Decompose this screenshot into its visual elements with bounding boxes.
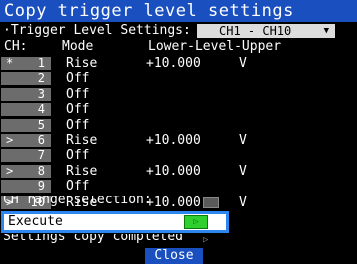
execute-row[interactable]: Execute ▷ xyxy=(1,211,229,233)
footer-bar: Close xyxy=(0,248,357,264)
channel-number-box[interactable]: 2 xyxy=(1,71,51,86)
channel-mode: Off xyxy=(66,86,90,102)
channel-row[interactable]: >8 Rise +10.000 V xyxy=(0,164,357,179)
column-header: CH: Mode Lower-Level-Upper xyxy=(0,39,357,55)
channel-number: 3 xyxy=(37,86,45,101)
channel-number-box[interactable]: * 1 xyxy=(1,57,51,70)
channel-row[interactable]: * 1 Rise +10.000 V xyxy=(0,56,357,71)
channel-row[interactable]: 9 Off xyxy=(0,179,357,194)
channel-mode: Off xyxy=(66,148,90,164)
column-header-level: Lower-Level-Upper xyxy=(148,39,282,54)
triangle-down-icon: ▼ xyxy=(323,26,329,36)
status-row: Settings copy completed ▷ xyxy=(0,234,357,248)
column-header-mode: Mode xyxy=(62,39,94,54)
channel-marker: > xyxy=(6,163,14,178)
channel-number: 7 xyxy=(37,148,45,163)
execute-button[interactable]: ▷ xyxy=(184,215,208,229)
channel-mode: Rise xyxy=(66,56,98,71)
channel-mode: Off xyxy=(66,179,90,195)
channel-number-box[interactable]: 5 xyxy=(1,117,51,132)
channel-number-box[interactable]: 7 xyxy=(1,148,51,163)
channel-row[interactable]: 5 Off xyxy=(0,118,357,133)
channel-mode: Off xyxy=(66,117,90,133)
window-title: Copy trigger level settings xyxy=(0,0,357,22)
range-select-icon[interactable] xyxy=(203,197,219,208)
channel-range-value: CH1 - CH10 xyxy=(219,24,292,38)
channel-upper-level: V xyxy=(239,56,247,71)
trigger-level-label: ·Trigger Level Settings: xyxy=(3,23,191,38)
channel-number-box[interactable]: 9 xyxy=(1,179,51,194)
channel-number-box[interactable]: >6 xyxy=(1,132,51,147)
channel-lower-level: +10.000 xyxy=(146,56,201,71)
channel-row[interactable]: 7 Off xyxy=(0,148,357,163)
channel-number: 5 xyxy=(37,117,45,132)
channel-number-box[interactable]: >8 xyxy=(1,163,51,178)
channel-marker: > xyxy=(6,132,14,147)
channel-row[interactable]: 2 Off xyxy=(0,71,357,86)
channel-mode: Rise xyxy=(66,163,98,179)
channel-lower-level: +10.000 xyxy=(146,132,201,148)
channel-mode: Rise xyxy=(66,132,98,148)
settings-panel: ·Trigger Level Settings: CH1 - CH10 ▼ CH… xyxy=(0,22,357,248)
channel-row[interactable]: >6 Rise +10.000 V xyxy=(0,133,357,148)
channel-list: * 1 Rise +10.000 V 2 Off 3 Off 4 Off 5 Off >6 Rise +10.… xyxy=(0,56,357,210)
channel-upper-level: V xyxy=(239,163,247,179)
trigger-level-row: ·Trigger Level Settings: CH1 - CH10 ▼ xyxy=(0,22,357,39)
channel-mode: Off xyxy=(66,71,90,87)
close-button[interactable]: Close xyxy=(145,248,203,264)
range-selection-label: CH range selection: xyxy=(3,196,152,207)
channel-number: 9 xyxy=(37,179,45,194)
channel-number: 8 xyxy=(37,163,45,178)
play-icon: ▷ xyxy=(193,217,199,227)
channel-number: 1 xyxy=(37,56,45,70)
channel-upper-level: V xyxy=(239,132,247,148)
channel-number-box[interactable]: 3 xyxy=(1,86,51,101)
channel-number: 4 xyxy=(37,102,45,117)
column-header-ch: CH: xyxy=(4,39,28,54)
status-message: Settings copy completed xyxy=(3,234,184,244)
channel-row[interactable]: 4 Off xyxy=(0,102,357,117)
channel-number-box[interactable]: 4 xyxy=(1,102,51,117)
channel-range-dropdown[interactable]: CH1 - CH10 ▼ xyxy=(197,24,335,38)
channel-number: 2 xyxy=(37,71,45,86)
execute-label: Execute xyxy=(8,214,63,229)
play-icon: ▷ xyxy=(203,235,209,245)
channel-lower-level: +10.000 xyxy=(146,163,201,179)
channel-row[interactable]: 3 Off xyxy=(0,87,357,102)
channel-mode: Off xyxy=(66,102,90,118)
channel-marker: * xyxy=(6,56,14,70)
channel-number: 6 xyxy=(37,132,45,147)
